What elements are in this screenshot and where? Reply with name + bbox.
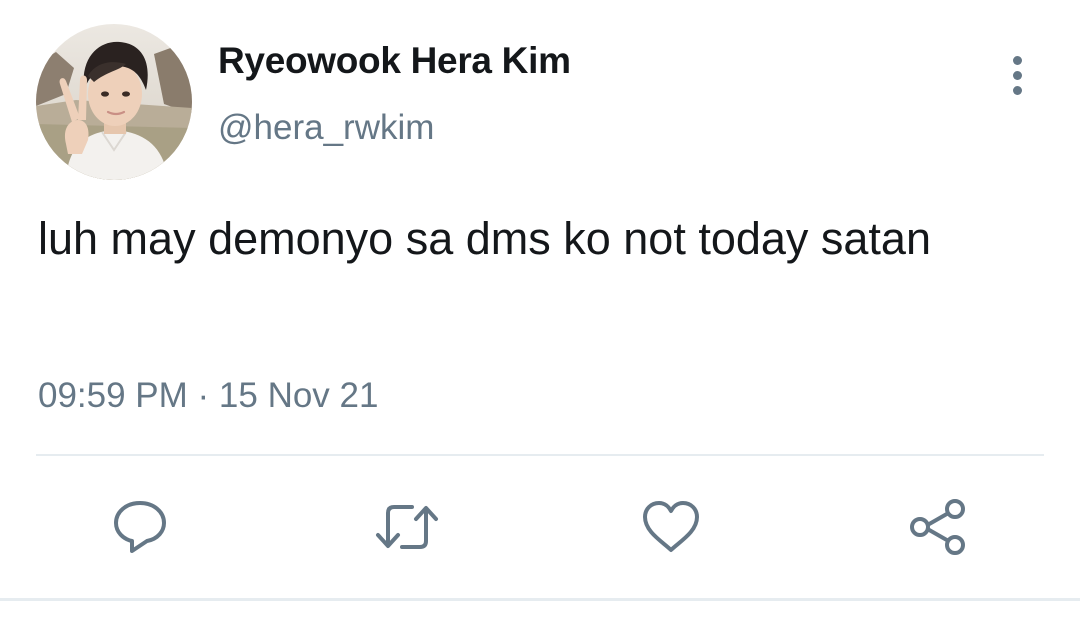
like-button[interactable] bbox=[636, 494, 706, 560]
retweet-button[interactable] bbox=[372, 494, 442, 560]
tweet-timestamp[interactable]: 09:59 PM · 15 Nov 21 bbox=[38, 376, 378, 416]
share-icon bbox=[910, 499, 965, 555]
display-name[interactable]: Ryeowook Hera Kim bbox=[218, 40, 571, 82]
tweet-text: luh may demonyo sa dms ko not today sata… bbox=[38, 213, 931, 264]
divider bbox=[36, 454, 1044, 456]
username-handle[interactable]: @hera_rwkim bbox=[218, 108, 434, 148]
share-button[interactable] bbox=[903, 494, 973, 560]
vertical-ellipsis-icon bbox=[1012, 55, 1022, 65]
retweet-icon bbox=[376, 505, 438, 549]
profile-photo-icon bbox=[36, 24, 192, 180]
tweet-card: Ryeowook Hera Kim @hera_rwkim luh may de… bbox=[0, 0, 1080, 618]
ellipsis-dot bbox=[1012, 70, 1022, 80]
heart-icon bbox=[643, 501, 699, 552]
reply-icon bbox=[114, 501, 166, 553]
more-options-button[interactable] bbox=[996, 50, 1038, 100]
divider bbox=[0, 598, 1080, 601]
ellipsis-dot bbox=[1012, 85, 1022, 95]
reply-button[interactable] bbox=[105, 494, 175, 560]
avatar[interactable] bbox=[36, 24, 192, 180]
